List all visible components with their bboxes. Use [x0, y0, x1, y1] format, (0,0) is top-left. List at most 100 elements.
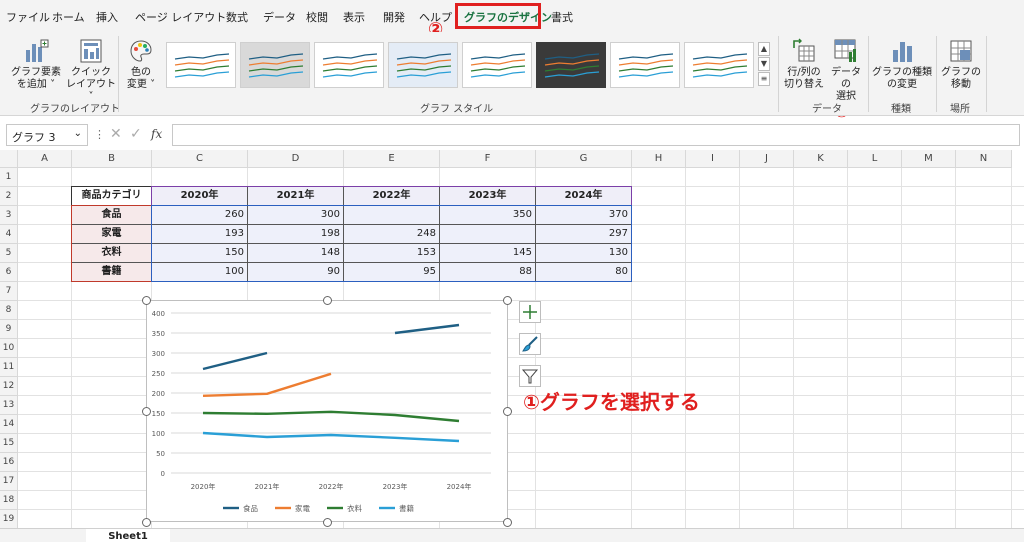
resize-handle-bottom[interactable]	[323, 518, 332, 527]
resize-handle-bottom-right[interactable]	[503, 518, 512, 527]
gallery-more-button[interactable]: ≡	[758, 72, 770, 86]
change-colors-button[interactable]: 色の 変更 ˅	[122, 38, 160, 91]
style-preview-line	[396, 53, 452, 60]
switch-row-column-icon	[793, 38, 815, 62]
row-header[interactable]: 9	[0, 320, 18, 339]
chart-style-thumb[interactable]	[610, 42, 680, 88]
menu-tab-5[interactable]: データ	[263, 9, 296, 25]
chart-style-thumb[interactable]	[388, 42, 458, 88]
menu-tab-2[interactable]: 挿入	[96, 9, 118, 25]
row-header[interactable]: 19	[0, 510, 18, 528]
column-header[interactable]: L	[848, 150, 902, 168]
menu-tab-3[interactable]: ページ レイアウト	[135, 9, 226, 25]
row-header[interactable]: 7	[0, 282, 18, 301]
gridline	[901, 168, 902, 528]
style-preview-line	[470, 53, 526, 60]
resize-handle-top[interactable]	[323, 296, 332, 305]
move-chart-label-2: 移動	[951, 79, 971, 90]
row-header[interactable]: 6	[0, 263, 18, 282]
select-data-button[interactable]: データの 選択	[828, 38, 864, 103]
design-tab-callout	[455, 3, 541, 29]
brush-icon	[522, 336, 538, 352]
column-header[interactable]: C	[152, 150, 248, 168]
fx-icon[interactable]: fx	[151, 127, 162, 141]
chevron-down-icon: ⌄	[73, 128, 82, 139]
column-header[interactable]: E	[344, 150, 440, 168]
quick-layout-button[interactable]: クイック レイアウト ˅	[66, 38, 116, 103]
row-header[interactable]: 5	[0, 244, 18, 263]
resize-handle-right[interactable]	[503, 407, 512, 416]
resize-handle-top-left[interactable]	[142, 296, 151, 305]
row-header[interactable]: 17	[0, 472, 18, 491]
plus-icon	[523, 305, 537, 319]
row-header[interactable]: 8	[0, 301, 18, 320]
change-chart-type-button[interactable]: グラフの種類 の変更	[872, 38, 932, 91]
move-chart-button[interactable]: グラフの 移動	[940, 38, 982, 91]
row-header[interactable]: 2	[0, 187, 18, 206]
chart-styles-button[interactable]	[519, 333, 541, 355]
row-header[interactable]: 10	[0, 339, 18, 358]
column-header[interactable]: N	[956, 150, 1012, 168]
row-header[interactable]: 3	[0, 206, 18, 225]
chart-style-thumb[interactable]	[462, 42, 532, 88]
menu-tab-7[interactable]: 表示	[343, 9, 365, 25]
column-header[interactable]: H	[632, 150, 686, 168]
menu-tab-1[interactable]: ホーム	[52, 9, 85, 25]
chart-elements-button[interactable]	[519, 301, 541, 323]
row-header[interactable]: 14	[0, 415, 18, 434]
enter-icon[interactable]: ✓	[130, 126, 142, 142]
row-header[interactable]: 18	[0, 491, 18, 510]
resize-handle-bottom-left[interactable]	[142, 518, 151, 527]
row-header[interactable]: 1	[0, 168, 18, 187]
column-header[interactable]: B	[72, 150, 152, 168]
sheet-tab-bar: Sheet1	[0, 528, 1024, 542]
column-header[interactable]: A	[18, 150, 72, 168]
menu-tab-6[interactable]: 校閲	[306, 9, 328, 25]
line-chart[interactable]: 0 50 100 150 200 250 300 350 400 2020年 2021年 2022年 2…	[146, 300, 508, 522]
column-header[interactable]: K	[794, 150, 848, 168]
name-box[interactable]: グラフ 3 ⌄	[6, 124, 88, 146]
row-header[interactable]: 11	[0, 358, 18, 377]
chart-style-thumb[interactable]	[166, 42, 236, 88]
category-range-highlight	[151, 186, 632, 206]
style-preview-line	[322, 59, 378, 66]
switch-row-column-button[interactable]: 行/列の 切り替え	[782, 38, 826, 91]
values-range-highlight	[151, 205, 632, 282]
cancel-icon[interactable]: ✕	[110, 126, 122, 142]
gallery-up-button[interactable]: ▲	[758, 42, 770, 56]
resize-handle-top-right[interactable]	[503, 296, 512, 305]
column-header[interactable]: M	[902, 150, 956, 168]
row-header[interactable]: 13	[0, 396, 18, 415]
gridline	[955, 168, 956, 528]
row-header[interactable]: 4	[0, 225, 18, 244]
row-header[interactable]: 12	[0, 377, 18, 396]
select-all-corner[interactable]	[0, 150, 18, 168]
gallery-down-button[interactable]: ▼	[758, 57, 770, 71]
chart-style-thumb[interactable]	[314, 42, 384, 88]
column-header[interactable]: I	[686, 150, 740, 168]
add-chart-element-button[interactable]: グラフ要素 を追加 ˅	[10, 38, 62, 91]
sheet-tab-sheet1[interactable]: Sheet1	[86, 529, 170, 542]
filter-icon	[521, 369, 539, 384]
chart-style-thumb[interactable]	[240, 42, 310, 88]
chart-style-thumb[interactable]	[684, 42, 754, 88]
ribbon-separator	[778, 36, 779, 112]
column-header[interactable]: F	[440, 150, 536, 168]
y-tick-label: 150	[152, 410, 165, 418]
menu-tab-4[interactable]: 数式	[226, 9, 248, 25]
formula-input[interactable]	[172, 124, 1020, 146]
chart-style-thumb[interactable]	[536, 42, 606, 88]
chart-filters-button[interactable]	[519, 365, 541, 387]
menu-tab-11[interactable]: 書式	[551, 9, 573, 25]
column-header[interactable]: J	[740, 150, 794, 168]
quick-layout-icon	[80, 39, 102, 63]
step1-instruction: ①グラフを選択する	[523, 390, 700, 414]
switch-row-column-label-2: 切り替え	[784, 79, 824, 90]
column-header[interactable]: G	[536, 150, 632, 168]
menu-tab-8[interactable]: 開発	[383, 9, 405, 25]
row-header[interactable]: 16	[0, 453, 18, 472]
row-header[interactable]: 15	[0, 434, 18, 453]
menu-tab-0[interactable]: ファイル	[6, 9, 50, 25]
resize-handle-left[interactable]	[142, 407, 151, 416]
column-header[interactable]: D	[248, 150, 344, 168]
